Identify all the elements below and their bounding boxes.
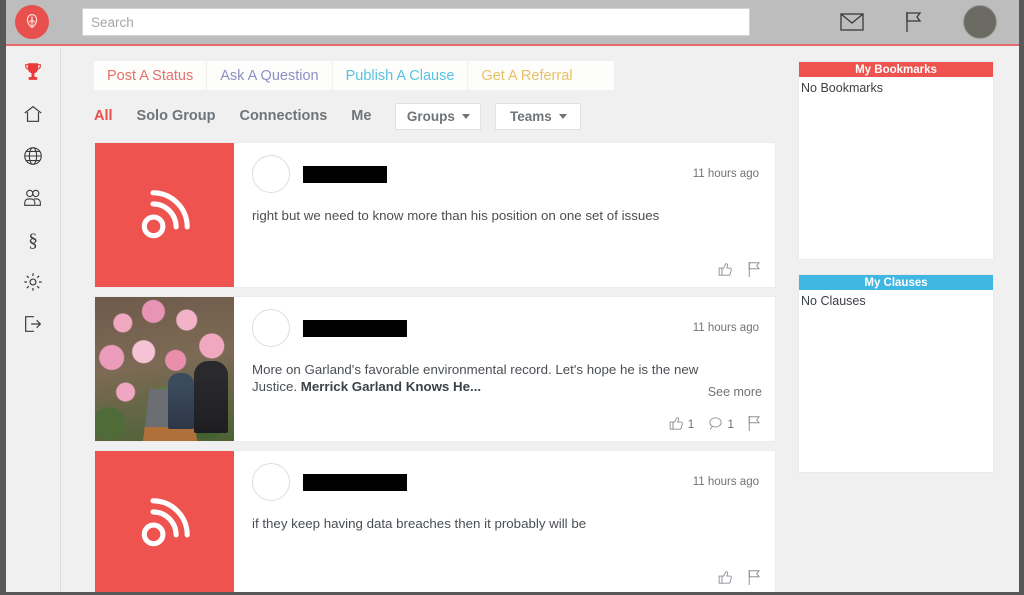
feed-filter-row: All Solo Group Connections Me Groups Tea… bbox=[94, 102, 796, 130]
post-body: 11 hours ago if they keep having data br… bbox=[234, 451, 775, 592]
sidebar-item-logout[interactable] bbox=[16, 310, 50, 338]
post-author-avatar[interactable] bbox=[252, 155, 290, 193]
post-item[interactable]: 11 hours ago right but we need to know m… bbox=[94, 142, 776, 288]
my-clauses-title: My Clauses bbox=[799, 275, 993, 290]
main-content: Post A Status Ask A Question Publish A C… bbox=[61, 48, 796, 592]
tab-post-a-status[interactable]: Post A Status bbox=[94, 61, 208, 90]
post-author-name-redacted bbox=[303, 165, 387, 183]
chevron-down-icon bbox=[558, 113, 567, 119]
search-wrapper bbox=[82, 8, 750, 36]
chevron-down-icon bbox=[461, 113, 470, 119]
filter-all[interactable]: All bbox=[94, 108, 113, 124]
my-bookmarks-empty: No Bookmarks bbox=[801, 81, 883, 95]
right-sidebar: My Bookmarks No Bookmarks My Clauses No … bbox=[790, 48, 1019, 592]
my-bookmarks-title: My Bookmarks bbox=[799, 62, 993, 77]
left-icon-rail: § bbox=[6, 48, 61, 592]
comment-button[interactable]: 1 bbox=[707, 415, 734, 432]
post-timestamp: 11 hours ago bbox=[692, 322, 759, 334]
sidebar-item-clauses[interactable]: § bbox=[16, 226, 50, 254]
post-actions bbox=[717, 261, 762, 278]
post-author-avatar[interactable] bbox=[252, 463, 290, 501]
tulip-logo-icon[interactable] bbox=[15, 5, 49, 39]
my-bookmarks-panel: My Bookmarks No Bookmarks bbox=[798, 61, 994, 260]
post-text: right but we need to know more than his … bbox=[252, 208, 660, 223]
envelope-icon[interactable] bbox=[839, 9, 865, 35]
groups-dropdown[interactable]: Groups bbox=[395, 102, 482, 130]
action-tabs: Post A Status Ask A Question Publish A C… bbox=[94, 61, 614, 90]
post-thumbnail-rss[interactable] bbox=[95, 451, 234, 592]
top-header-bar bbox=[6, 0, 1019, 46]
post-body: 11 hours ago More on Garland's favorable… bbox=[234, 297, 775, 441]
post-link-title[interactable]: Merrick Garland Knows He... bbox=[301, 379, 481, 394]
app-window: § Post A Status Ask A Question Publish A… bbox=[0, 0, 1024, 595]
sidebar-item-settings[interactable] bbox=[16, 268, 50, 296]
my-clauses-panel: My Clauses No Clauses bbox=[798, 274, 994, 473]
filter-connections[interactable]: Connections bbox=[239, 108, 327, 124]
svg-text:§: § bbox=[28, 230, 38, 251]
post-thumbnail-rss[interactable] bbox=[95, 143, 234, 287]
like-button[interactable]: 1 bbox=[668, 415, 695, 432]
see-more-link[interactable]: See more bbox=[708, 385, 762, 399]
post-timestamp: 11 hours ago bbox=[692, 168, 759, 180]
like-button[interactable] bbox=[717, 261, 734, 278]
search-input[interactable] bbox=[82, 8, 750, 36]
post-author-avatar[interactable] bbox=[252, 309, 290, 347]
flag-button[interactable] bbox=[747, 569, 762, 586]
tab-publish-a-clause[interactable]: Publish A Clause bbox=[332, 61, 469, 90]
post-header: 11 hours ago bbox=[252, 307, 763, 349]
teams-dropdown[interactable]: Teams bbox=[495, 102, 582, 130]
post-actions: 1 1 bbox=[668, 415, 762, 432]
post-text: More on Garland's favorable environmenta… bbox=[252, 362, 699, 395]
like-count: 1 bbox=[687, 416, 695, 431]
sidebar-item-home[interactable] bbox=[16, 100, 50, 128]
header-actions bbox=[839, 5, 997, 39]
tab-ask-a-question[interactable]: Ask A Question bbox=[207, 61, 333, 90]
post-author-name-redacted bbox=[303, 473, 407, 491]
sidebar-item-globe[interactable] bbox=[16, 142, 50, 170]
avatar[interactable] bbox=[963, 5, 997, 39]
comment-count: 1 bbox=[727, 416, 734, 431]
my-clauses-empty: No Clauses bbox=[801, 294, 866, 308]
post-author-name-redacted bbox=[303, 319, 407, 337]
flag-button[interactable] bbox=[747, 261, 762, 278]
filter-solo-group[interactable]: Solo Group bbox=[137, 108, 216, 124]
post-item[interactable]: 11 hours ago More on Garland's favorable… bbox=[94, 296, 776, 442]
sidebar-item-users[interactable] bbox=[16, 184, 50, 212]
sidebar-item-trophy[interactable] bbox=[16, 58, 50, 86]
flag-button[interactable] bbox=[747, 415, 762, 432]
post-text: if they keep having data breaches then i… bbox=[252, 516, 587, 531]
post-header: 11 hours ago bbox=[252, 153, 763, 195]
post-body: 11 hours ago right but we need to know m… bbox=[234, 143, 775, 287]
like-button[interactable] bbox=[717, 569, 734, 586]
teams-dropdown-label: Teams bbox=[510, 108, 552, 124]
post-thumbnail-photo[interactable] bbox=[95, 297, 234, 441]
tab-get-a-referral[interactable]: Get A Referral bbox=[468, 61, 586, 90]
filter-me[interactable]: Me bbox=[351, 108, 371, 124]
post-actions bbox=[717, 569, 762, 586]
post-item[interactable]: 11 hours ago if they keep having data br… bbox=[94, 450, 776, 592]
post-header: 11 hours ago bbox=[252, 461, 763, 503]
groups-dropdown-label: Groups bbox=[406, 108, 455, 124]
flag-icon[interactable] bbox=[901, 9, 927, 35]
post-timestamp: 11 hours ago bbox=[692, 476, 759, 488]
post-image bbox=[95, 297, 234, 441]
post-feed: 11 hours ago right but we need to know m… bbox=[94, 142, 776, 592]
